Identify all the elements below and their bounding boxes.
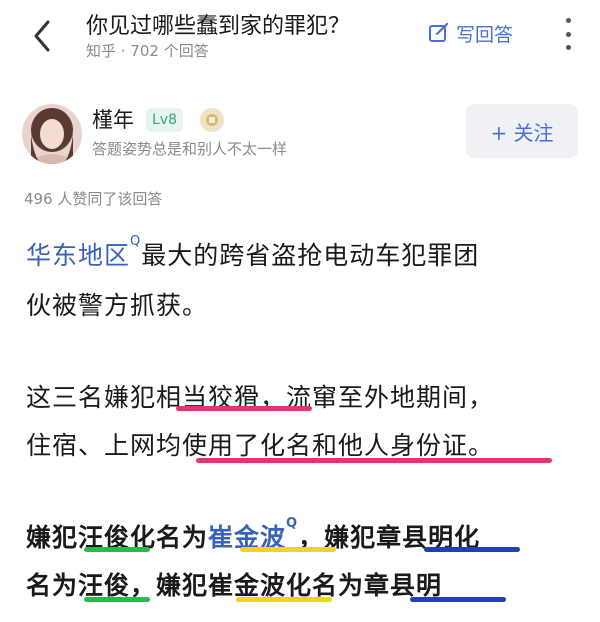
author-description: 答题姿势总是和别人不太一样 <box>92 140 288 158</box>
edit-icon <box>429 22 449 42</box>
yellow-underline <box>236 597 332 602</box>
content-line: 住宿、上网均使用了化名和他人身份证。 <box>26 431 495 460</box>
medal-icon <box>200 108 224 132</box>
level-badge: Lv8 <box>146 108 183 132</box>
green-underline <box>84 597 150 602</box>
pink-underline <box>176 406 312 411</box>
chevron-left-icon <box>34 20 50 52</box>
question-title[interactable]: 你见过哪些蠢到家的罪犯？ <box>86 8 350 40</box>
search-icon: Q <box>286 516 299 531</box>
content-line: 华东地区Q最大的跨省盗抢电动车犯罪团 <box>26 234 480 272</box>
author-name[interactable]: 槿年 <box>92 104 134 134</box>
write-answer-label: 写回答 <box>456 23 514 46</box>
more-dot-icon <box>565 18 571 23</box>
more-dot-icon <box>565 45 571 50</box>
follow-button[interactable]: + 关注 <box>466 104 578 158</box>
content-line: 伙被警方抓获。 <box>26 291 209 320</box>
likes-count: 496 人赞同了该回答 <box>24 190 163 208</box>
pink-underline <box>196 458 552 463</box>
back-button[interactable] <box>28 16 58 56</box>
yellow-underline <box>240 547 336 552</box>
search-link[interactable]: 华东地区 <box>26 241 130 270</box>
avatar[interactable] <box>22 104 82 164</box>
write-answer-button[interactable]: 写回答 <box>428 18 513 48</box>
answer-count: 知乎 · 702 个回答 <box>86 42 209 60</box>
more-options-button[interactable] <box>563 18 573 50</box>
green-underline <box>84 547 150 552</box>
more-dot-icon <box>565 31 571 37</box>
search-icon: Q <box>130 234 142 249</box>
content-text: 最大的跨省盗抢电动车犯罪团 <box>141 241 480 270</box>
navy-underline <box>424 547 520 552</box>
navy-underline <box>410 597 506 602</box>
avatar-image <box>22 104 82 164</box>
